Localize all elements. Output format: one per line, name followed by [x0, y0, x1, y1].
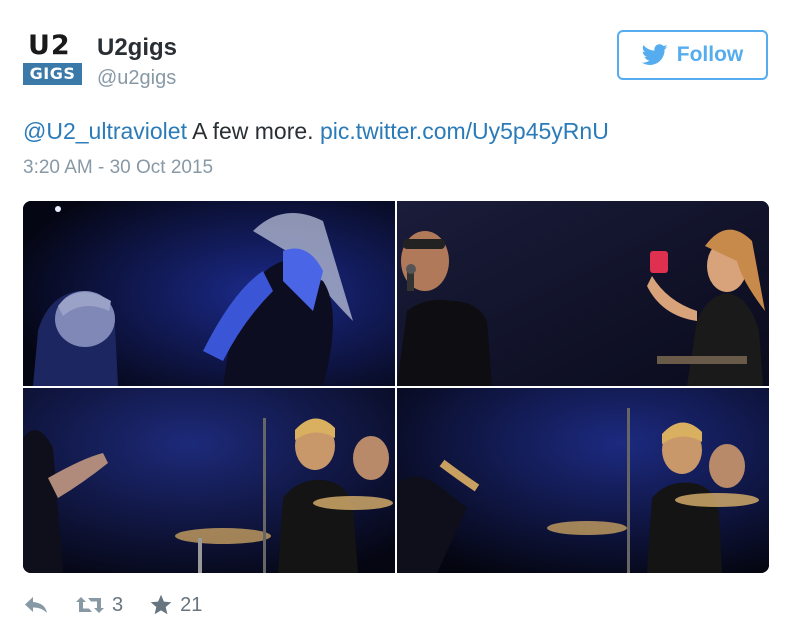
retweet-count: 3 [112, 594, 124, 616]
avatar-badge-text: GIGS [23, 63, 82, 85]
follow-button[interactable]: Follow [617, 30, 768, 80]
pic-link[interactable]: pic.twitter.com/Uy5p45yRnU [320, 118, 609, 144]
photo-3[interactable] [23, 388, 395, 573]
display-name[interactable]: U2gigs [97, 34, 177, 62]
star-icon [150, 594, 172, 615]
follow-label: Follow [676, 43, 744, 66]
reply-icon [25, 597, 47, 613]
reply-button[interactable] [23, 595, 49, 615]
mention-link[interactable]: @U2_ultraviolet [23, 118, 187, 144]
retweet-icon [76, 597, 104, 613]
tweet-body: A few more. [186, 118, 320, 144]
media-grid [23, 201, 769, 573]
twitter-bird-icon [641, 44, 668, 65]
avatar[interactable]: U2 GIGS [23, 32, 83, 90]
timestamp[interactable]: 3:20 AM - 30 Oct 2015 [23, 156, 213, 180]
avatar-top-text: U2 [28, 30, 71, 61]
tweet-card: U2 GIGS U2gigs @u2gigs Follow @U2_ultrav… [0, 0, 800, 637]
favorite-button[interactable]: 21 [149, 593, 202, 617]
tweet-text: @U2_ultraviolet A few more. pic.twitter.… [23, 116, 609, 146]
photo-1[interactable] [23, 201, 395, 386]
photo-2[interactable] [397, 201, 769, 386]
tweet-actions: 3 21 [23, 590, 228, 620]
user-handle[interactable]: @u2gigs [97, 66, 176, 90]
retweet-button[interactable]: 3 [75, 593, 123, 617]
favorite-count: 21 [180, 594, 203, 616]
photo-4[interactable] [397, 388, 769, 573]
